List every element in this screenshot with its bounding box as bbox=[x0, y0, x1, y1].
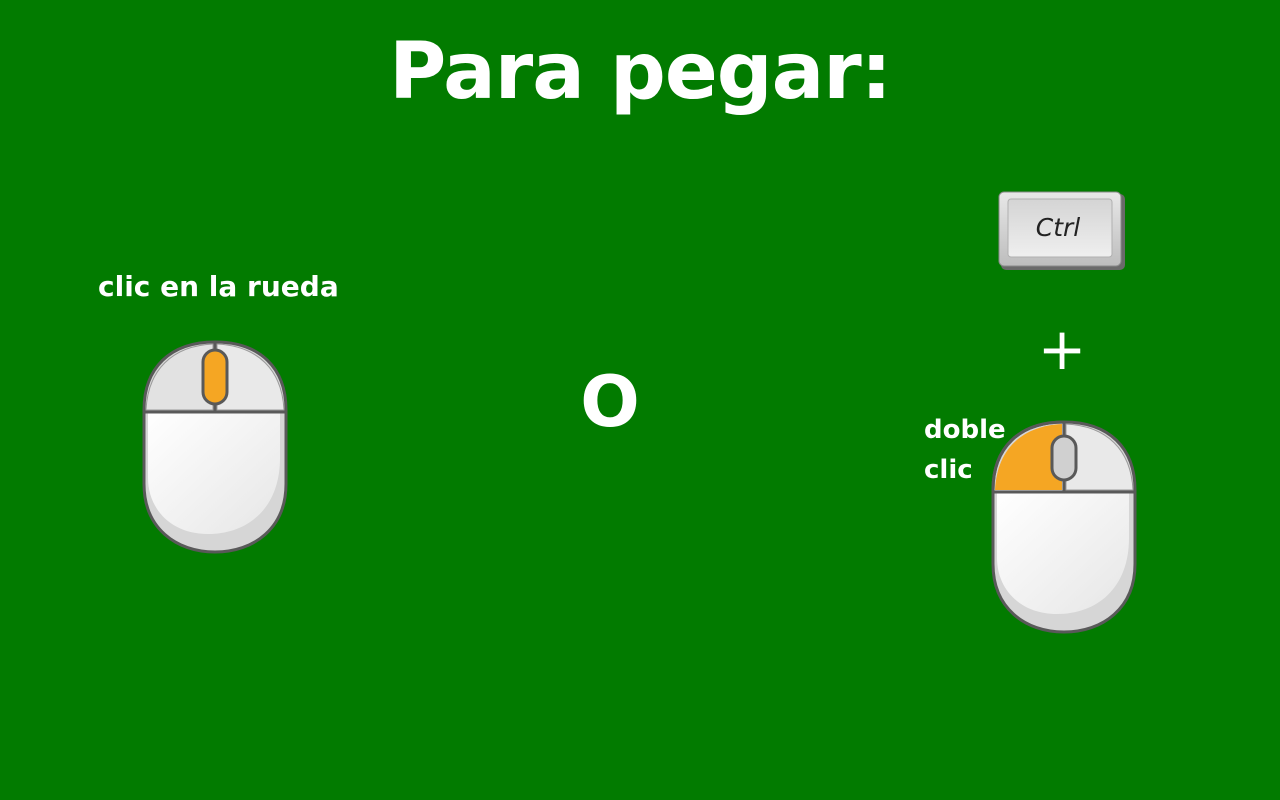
ctrl-key-label: Ctrl bbox=[1035, 213, 1081, 242]
ctrl-key-icon: Ctrl bbox=[998, 191, 1126, 271]
mouse-left-double-click-icon bbox=[991, 420, 1137, 634]
mouse-wheel-click-icon bbox=[142, 340, 288, 554]
slide: Para pegar: clic en la rueda O Ctrl + do… bbox=[0, 0, 1280, 800]
slide-title: Para pegar: bbox=[389, 27, 892, 117]
or-separator: O bbox=[580, 361, 640, 443]
plus-sign: + bbox=[1037, 315, 1087, 383]
wheel-click-label: clic en la rueda bbox=[98, 270, 339, 303]
